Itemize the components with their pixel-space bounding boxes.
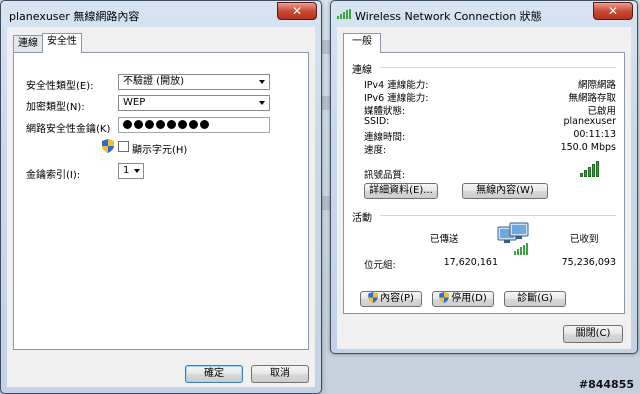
- detail-value: 無網路存取: [568, 93, 616, 104]
- bytes-received-value: 75,236,093: [561, 257, 616, 268]
- masked-char: [156, 120, 165, 129]
- signal-bar: [592, 164, 595, 177]
- tab-connection[interactable]: 連線: [13, 35, 43, 53]
- encryption-type-label: 加密類型(N):: [26, 102, 85, 113]
- signal-bar: [588, 167, 591, 177]
- show-characters-label: 顯示字元(H): [132, 145, 188, 156]
- diagnose-button[interactable]: 診斷(G): [504, 291, 566, 307]
- tab-general[interactable]: 一般: [343, 33, 381, 53]
- masked-char: [189, 120, 198, 129]
- properties-button[interactable]: 內容(P): [360, 291, 422, 307]
- disable-button[interactable]: 停用(D): [432, 291, 494, 307]
- divider: [380, 67, 616, 68]
- window-title: Wireless Network Connection 狀態: [355, 10, 542, 23]
- divider: [380, 215, 616, 216]
- masked-char: [145, 120, 154, 129]
- details-button[interactable]: 詳細資料(E)...: [364, 183, 438, 199]
- title-bar[interactable]: planexuser 無線網路內容 ✕: [1, 1, 321, 27]
- security-type-value: 不驗證 (開放): [123, 76, 184, 87]
- detail-label: 媒體狀態:: [364, 106, 406, 117]
- properties-label: 內容(P): [380, 293, 414, 304]
- cancel-button[interactable]: 取消: [251, 365, 309, 383]
- masked-key: [123, 120, 209, 129]
- sent-label: 已傳送: [430, 234, 459, 245]
- key-index-value: 1: [123, 165, 130, 176]
- key-index-label: 金鑰索引(I):: [26, 170, 81, 181]
- chevron-down-icon: [134, 169, 140, 173]
- uac-shield-icon: [368, 292, 378, 303]
- detail-label: 速度:: [364, 145, 387, 156]
- detail-value: 網際網路: [577, 80, 616, 91]
- detail-value: planexuser: [563, 116, 616, 127]
- chevron-down-icon: [259, 80, 265, 84]
- security-key-label: 網路安全性金鑰(K): [26, 124, 111, 135]
- general-panel: 連線 IPv4 連線能力: 網際網路 IPv6 連線能力: 無網路存取媒體狀態: 已啟用…: [343, 52, 625, 314]
- tab-strip: 連線 安全性: [13, 33, 82, 53]
- uac-shield-icon: [439, 292, 449, 303]
- tab-strip: 一般: [343, 33, 381, 53]
- window-client: 連線 安全性 安全性類型(E): 不驗證 (開放) 加密類型(N): WEP 網…: [7, 27, 315, 387]
- security-type-select[interactable]: 不驗證 (開放): [118, 74, 270, 90]
- detail-value: 已啟用: [587, 106, 616, 117]
- encryption-type-value: WEP: [123, 97, 146, 108]
- signal-strength-bars: [580, 161, 599, 177]
- received-label: 已收到: [570, 234, 599, 245]
- bytes-sent-value: 17,620,161: [443, 257, 498, 268]
- window-title: planexuser 無線網路內容: [9, 10, 140, 23]
- detail-label: IPv4 連線能力:: [364, 80, 429, 91]
- signal-bar: [580, 173, 583, 177]
- activity-section-title: 活動: [352, 213, 372, 224]
- close-icon[interactable]: ✕: [277, 2, 317, 20]
- key-index-select[interactable]: 1: [118, 163, 144, 179]
- masked-char: [123, 120, 132, 129]
- masked-char: [200, 120, 209, 129]
- window-client: 一般 連線 IPv4 連線能力: 網際網路 IPv6 連線能力: 無網路存取媒體狀態:…: [337, 27, 631, 349]
- close-button[interactable]: 關閉(C): [563, 325, 623, 343]
- signal-bar: [596, 161, 599, 177]
- watermark: #844855: [578, 378, 634, 391]
- security-panel: 安全性類型(E): 不驗證 (開放) 加密類型(N): WEP 網路安全性金鑰(…: [13, 52, 309, 350]
- uac-shield-icon: [102, 139, 114, 153]
- bytes-label: 位元組:: [364, 260, 396, 271]
- wireless-signal-icon: [337, 9, 351, 19]
- detail-label: 連線時間:: [364, 132, 406, 143]
- detail-value: 00:11:13: [573, 129, 616, 140]
- detail-label: SSID:: [364, 116, 390, 127]
- security-type-label: 安全性類型(E):: [26, 81, 94, 92]
- disable-label: 停用(D): [451, 293, 487, 304]
- wireless-properties-window: planexuser 無線網路內容 ✕ 連線 安全性 安全性類型(E): 不驗證…: [0, 0, 322, 394]
- connection-section-title: 連線: [352, 65, 372, 76]
- connection-status-window: Wireless Network Connection 狀態 ✕ 一般 連線 I…: [330, 0, 638, 354]
- signal-bar: [584, 170, 587, 177]
- close-icon[interactable]: ✕: [593, 2, 633, 20]
- title-bar[interactable]: Wireless Network Connection 狀態 ✕: [331, 1, 637, 27]
- ok-button[interactable]: 確定: [185, 365, 243, 383]
- encryption-type-select[interactable]: WEP: [118, 95, 270, 111]
- chevron-down-icon: [259, 101, 265, 105]
- detail-label: IPv6 連線能力:: [364, 93, 429, 104]
- show-characters-checkbox[interactable]: [118, 141, 129, 152]
- network-computers-icon: [497, 222, 529, 255]
- detail-value: 150.0 Mbps: [560, 142, 616, 153]
- signal-quality-label: 訊號品質:: [364, 170, 406, 181]
- masked-char: [167, 120, 176, 129]
- masked-char: [134, 120, 143, 129]
- security-key-input[interactable]: [118, 117, 270, 133]
- masked-char: [178, 120, 187, 129]
- tab-security[interactable]: 安全性: [42, 33, 82, 53]
- wireless-properties-button[interactable]: 無線內容(W): [462, 183, 548, 199]
